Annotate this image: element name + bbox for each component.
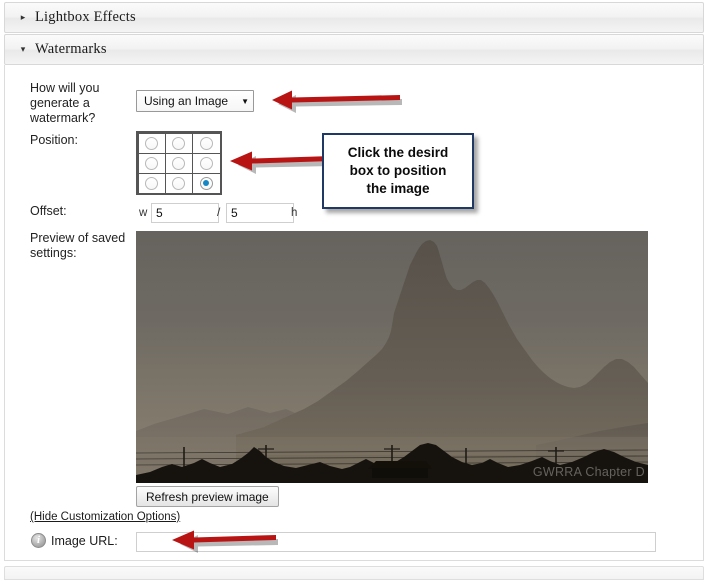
- preview-watermark-text: GWRRA Chapter D: [532, 465, 645, 479]
- annotation-callout-text: Click the desird box to position the image: [347, 145, 449, 196]
- radio-icon[interactable]: [172, 136, 186, 150]
- position-cell-bottom-right[interactable]: [192, 172, 221, 194]
- offset-width-prefix: w: [139, 207, 148, 219]
- label-offset: Offset:: [30, 204, 67, 218]
- expanded-triangle-icon: ▾: [20, 44, 26, 54]
- hide-customization-options-link[interactable]: (Hide Customization Options): [30, 511, 180, 523]
- info-icon[interactable]: i: [31, 533, 46, 548]
- section-title-lightbox-effects: Lightbox Effects: [35, 9, 136, 25]
- label-preview-of-saved-settings: Preview of saved settings:: [30, 231, 126, 260]
- watermark-type-select[interactable]: Using an Image ▼: [136, 90, 254, 112]
- watermark-preview-image: GWRRA Chapter D: [136, 231, 648, 483]
- position-cell-middle-right[interactable]: [192, 152, 221, 174]
- chevron-down-icon: ▼: [241, 96, 249, 106]
- radio-icon[interactable]: [199, 136, 213, 150]
- preview-landscape-illustration: [136, 231, 648, 483]
- position-cell-bottom-center[interactable]: [164, 172, 194, 194]
- position-cell-bottom-left[interactable]: [137, 172, 166, 194]
- next-section-header-stub[interactable]: [4, 566, 704, 580]
- label-position: Position:: [30, 133, 78, 147]
- image-url-input[interactable]: [136, 532, 656, 552]
- position-cell-middle-left[interactable]: [137, 152, 166, 174]
- radio-icon[interactable]: [172, 176, 186, 190]
- radio-icon[interactable]: [145, 156, 159, 170]
- position-cell-middle-center[interactable]: [164, 152, 194, 174]
- position-grid[interactable]: [136, 131, 222, 195]
- label-image-url: Image URL:: [51, 534, 118, 548]
- section-header-watermarks[interactable]: ▾ Watermarks: [4, 34, 704, 65]
- offset-separator: /: [217, 205, 221, 219]
- position-cell-top-right[interactable]: [192, 132, 221, 154]
- radio-icon[interactable]: [199, 156, 213, 170]
- watermark-settings-page: ▸ Lightbox Effects ▾ Watermarks How will…: [0, 0, 708, 581]
- offset-width-input[interactable]: [151, 203, 219, 223]
- watermark-type-value: Using an Image: [144, 94, 229, 108]
- refresh-preview-image-button[interactable]: Refresh preview image: [136, 486, 279, 507]
- label-generate-watermark: How will you generate a watermark?: [30, 81, 100, 125]
- collapsed-triangle-icon: ▸: [20, 12, 26, 22]
- radio-icon[interactable]: [145, 136, 159, 150]
- offset-height-suffix: h: [291, 207, 298, 219]
- section-header-lightbox-effects[interactable]: ▸ Lightbox Effects: [4, 2, 704, 33]
- section-title-watermarks: Watermarks: [35, 41, 107, 57]
- position-cell-top-center[interactable]: [164, 132, 194, 154]
- annotation-callout-box: Click the desird box to position the image: [322, 133, 474, 209]
- radio-icon-selected[interactable]: [199, 176, 213, 190]
- radio-icon[interactable]: [172, 156, 186, 170]
- radio-icon[interactable]: [145, 176, 159, 190]
- offset-height-input[interactable]: [226, 203, 294, 223]
- position-cell-top-left[interactable]: [137, 132, 166, 154]
